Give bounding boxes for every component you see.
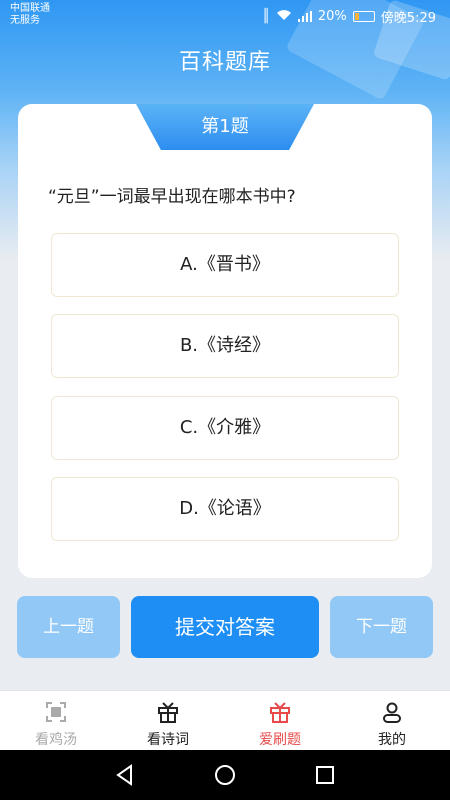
option-a[interactable]: A.《晋书》 (51, 233, 399, 297)
question-card: 第1题 “元旦”一词最早出现在哪本书中? A.《晋书》 B.《诗经》 C.《介雅… (18, 104, 432, 578)
tab-chicken-soup[interactable]: 看鸡汤 (0, 691, 112, 751)
tab-profile[interactable]: 我的 (336, 691, 448, 751)
status-bar: 中国联通 无服务 ║ 20% 傍晚5:29 (0, 0, 450, 32)
carrier-info: 中国联通 无服务 (10, 3, 50, 27)
signal-icon (297, 11, 312, 22)
scan-frame-icon (45, 701, 67, 723)
prev-question-button[interactable]: 上一题 (17, 596, 120, 658)
tab-label: 我的 (378, 732, 406, 748)
vibrate-icon: ║ (262, 9, 270, 24)
tab-label: 看诗词 (147, 732, 189, 748)
battery-icon (352, 11, 375, 22)
gift-box-icon (157, 701, 179, 723)
status-indicators: ║ 20% 傍晚5:29 (262, 7, 436, 26)
question-number-badge: 第1题 (136, 104, 314, 150)
wifi-icon (276, 9, 292, 25)
option-c[interactable]: C.《介雅》 (51, 396, 399, 460)
tab-poetry[interactable]: 看诗词 (112, 691, 224, 751)
service-status: 无服务 (10, 15, 40, 26)
recent-apps-icon[interactable] (313, 763, 337, 787)
option-b[interactable]: B.《诗经》 (51, 314, 399, 378)
person-icon (381, 701, 403, 723)
next-question-button[interactable]: 下一题 (330, 596, 433, 658)
gift-box-icon (269, 701, 291, 723)
page-title: 百科题库 (178, 50, 271, 75)
option-d[interactable]: D.《论语》 (51, 477, 399, 541)
system-navigation-bar (0, 750, 450, 800)
question-text: “元旦”一词最早出现在哪本书中? (48, 187, 296, 207)
clock: 傍晚5:29 (380, 11, 436, 26)
back-icon[interactable] (113, 763, 137, 787)
tab-label: 爱刷题 (259, 732, 301, 748)
home-icon[interactable] (213, 763, 237, 787)
tab-label: 看鸡汤 (35, 732, 77, 748)
tab-quiz[interactable]: 爱刷题 (224, 691, 336, 751)
carrier-name: 中国联通 (10, 3, 50, 14)
bottom-tab-bar: 看鸡汤 看诗词 爱刷题 我的 (0, 690, 450, 750)
battery-percent: 20% (317, 9, 347, 24)
submit-answer-button[interactable]: 提交对答案 (131, 596, 319, 658)
